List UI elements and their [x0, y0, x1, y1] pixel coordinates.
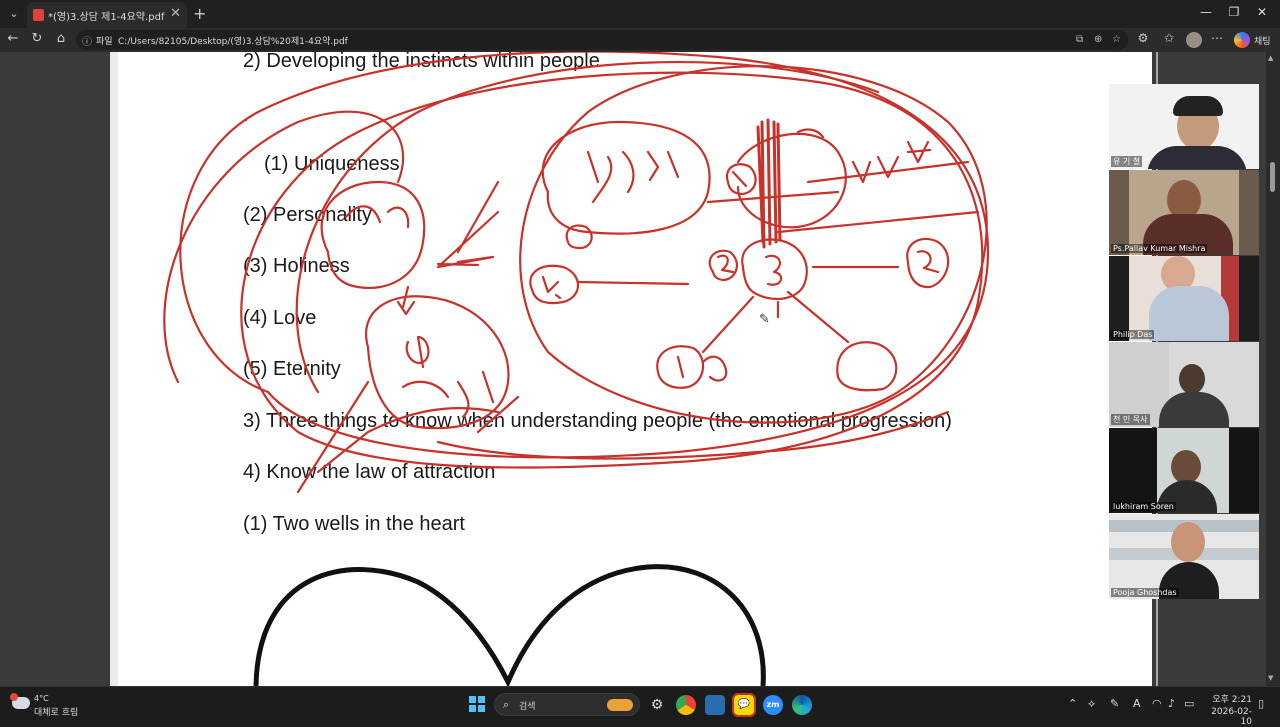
- restore-button[interactable]: ❐: [1224, 5, 1244, 19]
- edge-icon[interactable]: [792, 695, 812, 715]
- show-hidden-icons[interactable]: ⌃: [1068, 697, 1077, 710]
- windows-taskbar: 4°C 대체로 흐림 ⌕ 검색 ⚙ 💬 zm ⌃ ⟡ ✎ A ◠ ♪ ▭ 오후 …: [0, 686, 1280, 727]
- wifi-icon[interactable]: ◠: [1152, 697, 1162, 710]
- network-app-icon[interactable]: ⟡: [1088, 697, 1095, 711]
- participant-body: [1149, 286, 1229, 341]
- participant-tile[interactable]: 천 민 목사: [1109, 342, 1259, 427]
- scrollbar-thumb[interactable]: [1270, 162, 1275, 192]
- participant-name: 유 기 철: [1111, 156, 1143, 167]
- zoom-icon[interactable]: zm: [763, 695, 783, 715]
- favorites-icon[interactable]: ✩: [1160, 31, 1178, 45]
- more-icon[interactable]: ⋯: [1208, 31, 1226, 45]
- weather-condition: 대체로 흐림: [34, 708, 79, 718]
- participant-tile[interactable]: lukhiram Soren: [1109, 428, 1259, 513]
- previous-page-edge: [110, 52, 118, 686]
- participant-name: Ps.Pallav Kumar Mishra: [1111, 244, 1208, 253]
- clock-time: 오후 2:21: [1212, 695, 1252, 705]
- kakaotalk-icon[interactable]: 💬: [732, 693, 756, 717]
- participant-tile[interactable]: Pooja Ghoshdas: [1109, 514, 1259, 599]
- tab-search-icon[interactable]: ⌄: [4, 4, 24, 24]
- search-icon: ⌕: [503, 698, 510, 711]
- scroll-down-icon[interactable]: ▼: [1268, 674, 1273, 682]
- tab-pdf[interactable]: *(영)3.상담 제1-4요약.pdf ✕: [27, 2, 187, 28]
- notification-badge: [10, 693, 18, 701]
- participant-head: [1171, 522, 1205, 562]
- favorite-icon[interactable]: ☆: [1112, 34, 1121, 45]
- pen-icon[interactable]: ✎: [1110, 697, 1119, 710]
- clock-date: 2026-02-10: [1211, 707, 1252, 727]
- search-highlight-icon: [607, 699, 633, 711]
- copilot-icon: [1234, 32, 1250, 48]
- windows-logo-tile: [469, 696, 476, 703]
- participant-name: Pooja Ghoshdas: [1111, 588, 1179, 597]
- participant-body: [1159, 392, 1229, 427]
- back-button[interactable]: ←: [4, 31, 22, 46]
- close-window-button[interactable]: ✕: [1252, 5, 1272, 19]
- taskbar-search[interactable]: ⌕ 검색: [494, 693, 640, 716]
- vertical-scrollbar[interactable]: ▲ ▼: [1266, 52, 1280, 686]
- pencil-cursor-icon: ✎: [759, 312, 770, 327]
- app-icon[interactable]: [705, 695, 725, 715]
- scroll-up-icon[interactable]: ▲: [1268, 54, 1273, 62]
- weather-temp: 4°C: [34, 694, 49, 703]
- weather-widget[interactable]: 4°C 대체로 흐림: [10, 693, 100, 718]
- participant-tile[interactable]: Philip Das: [1109, 256, 1259, 341]
- participant-head: [1171, 450, 1201, 484]
- heart-drawing: [253, 564, 766, 686]
- video-gallery: 유 기 철 Ps.Pallav Kumar Mishra Philip Das …: [1109, 84, 1259, 599]
- notification-icon[interactable]: ▯: [1258, 697, 1264, 710]
- read-aloud-icon[interactable]: ⧉: [1076, 34, 1083, 45]
- system-clock[interactable]: 오후 2:21 2026-02-10: [1206, 692, 1252, 727]
- participant-name: Philip Das: [1111, 330, 1155, 339]
- title-bar: ⌄ *(영)3.상담 제1-4요약.pdf ✕ + — ❐ ✕: [0, 0, 1280, 28]
- tab-title: *(영)3.상담 제1-4요약.pdf: [48, 12, 165, 23]
- reload-button[interactable]: ↻: [28, 31, 46, 46]
- search-placeholder: 검색: [519, 702, 536, 712]
- volume-icon[interactable]: ♪: [1168, 697, 1175, 710]
- info-icon[interactable]: ⓘ: [82, 33, 92, 48]
- zoom-icon[interactable]: ⊕: [1094, 34, 1102, 45]
- participant-name: lukhiram Soren: [1111, 502, 1176, 511]
- participant-name: 천 민 목사: [1111, 414, 1150, 425]
- participant-tile[interactable]: 유 기 철: [1109, 84, 1259, 169]
- start-button[interactable]: [469, 696, 485, 712]
- new-tab-button[interactable]: +: [193, 4, 206, 23]
- extensions-icon[interactable]: ⚙: [1134, 31, 1152, 45]
- settings-icon[interactable]: ⚙: [647, 695, 667, 715]
- tab-close-icon[interactable]: ✕: [170, 6, 181, 21]
- windows-logo-tile: [478, 705, 485, 712]
- copilot-label: 채팅: [1254, 37, 1271, 47]
- participant-body: [1147, 146, 1247, 169]
- battery-icon[interactable]: ▭: [1184, 697, 1194, 710]
- profile-avatar[interactable]: [1186, 32, 1202, 48]
- windows-logo-tile: [469, 705, 476, 712]
- copilot-button[interactable]: 채팅: [1232, 31, 1276, 49]
- minimize-button[interactable]: —: [1196, 5, 1216, 19]
- address-bar[interactable]: ⓘ 파일 C:/Users/82105/Desktop/(영)3.상담%20제1…: [76, 30, 1128, 50]
- pdf-icon: [33, 9, 44, 21]
- participant-tile[interactable]: Ps.Pallav Kumar Mishra: [1109, 170, 1259, 255]
- pdf-page[interactable]: 2) Developing the instincts within peopl…: [118, 52, 1152, 686]
- url-text[interactable]: C:/Users/82105/Desktop/(영)3.상담%20제1-4요약.…: [118, 34, 348, 47]
- chrome-icon[interactable]: [676, 695, 696, 715]
- scheme-label: 파일: [96, 37, 113, 47]
- browser-toolbar: ← ↻ ⌂ ⓘ 파일 C:/Users/82105/Desktop/(영)3.상…: [0, 28, 1280, 52]
- language-icon[interactable]: A: [1133, 697, 1141, 710]
- home-button[interactable]: ⌂: [52, 31, 70, 46]
- participant-head: [1179, 364, 1205, 394]
- headset-icon: [1173, 96, 1223, 116]
- windows-logo-tile: [478, 696, 485, 703]
